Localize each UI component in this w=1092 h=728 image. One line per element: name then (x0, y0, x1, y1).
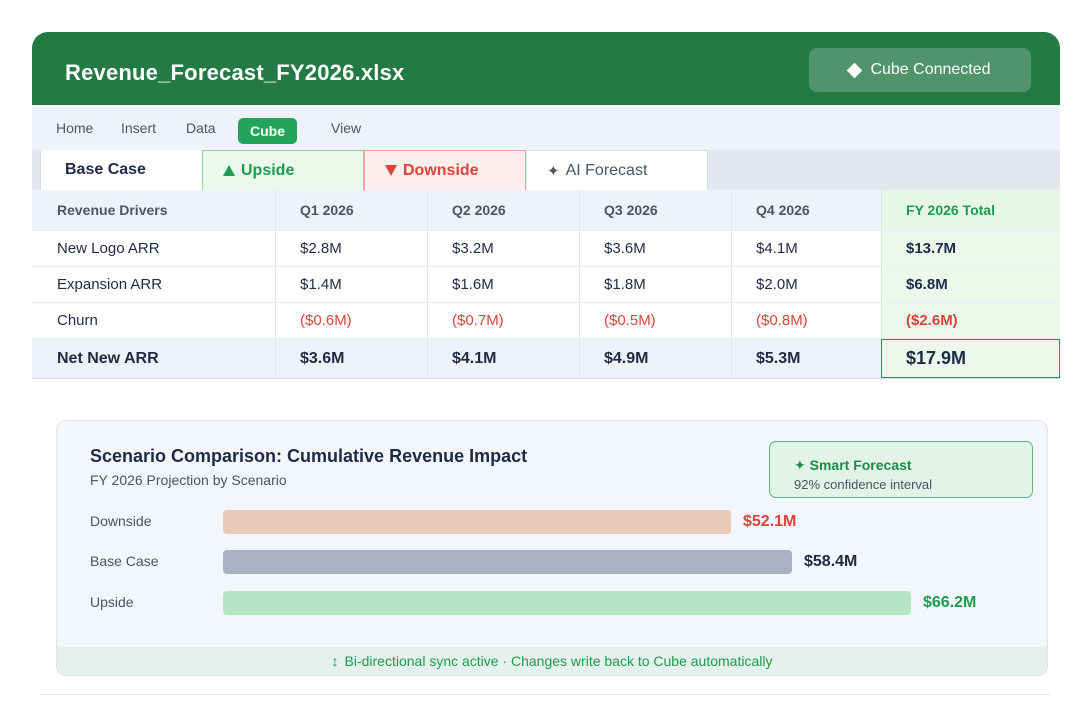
smart-forecast-title: ✦ Smart Forecast (794, 457, 912, 473)
row-label[interactable]: New Logo ARR (32, 231, 275, 266)
table-cell[interactable]: $3.6M (579, 231, 731, 266)
row-label[interactable]: Net New ARR (32, 339, 275, 378)
table-cell[interactable]: $5.3M (731, 339, 881, 378)
chart-title: Scenario Comparison: Cumulative Revenue … (90, 446, 528, 466)
scenario-comparison-card: Scenario Comparison: Cumulative Revenue … (56, 420, 1048, 676)
bar-value-label: $52.1M (743, 513, 797, 530)
bar-category-label: Upside (90, 594, 134, 610)
column-header[interactable]: Q3 2026 (579, 190, 731, 230)
title-bar: Revenue_Forecast_FY2026.xlsx Cube Connec… (32, 32, 1060, 105)
table-header-row: Revenue Drivers Q1 2026 Q2 2026 Q3 2026 … (32, 190, 1060, 231)
diamond-icon (847, 62, 863, 78)
total-cell[interactable]: $13.7M (881, 231, 1060, 266)
menu-home[interactable]: Home (56, 120, 93, 136)
spreadsheet-window: Revenue_Forecast_FY2026.xlsx Cube Connec… (32, 32, 1060, 692)
tab-label: Base Case (65, 161, 146, 178)
table-cell[interactable]: $4.1M (731, 231, 881, 266)
column-header[interactable]: Q4 2026 (731, 190, 881, 230)
scenario-bar-upside[interactable] (223, 591, 911, 615)
row-label[interactable]: Churn (32, 303, 275, 338)
chart-subtitle: FY 2026 Projection by Scenario (90, 472, 287, 488)
table-cell[interactable]: ($0.5M) (579, 303, 731, 338)
row-label[interactable]: Expansion ARR (32, 267, 275, 302)
table-row: Churn ($0.6M) ($0.7M) ($0.5M) ($0.8M) ($… (32, 303, 1060, 339)
scenario-bar-base-case[interactable] (223, 550, 792, 574)
selected-total-cell[interactable]: $17.9M (881, 339, 1060, 378)
column-header[interactable]: Q2 2026 (427, 190, 579, 230)
tab-label: AI Forecast (565, 161, 648, 179)
revenue-grid: Revenue Drivers Q1 2026 Q2 2026 Q3 2026 … (32, 190, 1060, 379)
menu-data[interactable]: Data (186, 120, 216, 136)
file-title: Revenue_Forecast_FY2026.xlsx (65, 60, 405, 85)
total-cell[interactable]: ($2.6M) (881, 303, 1060, 338)
tab-ai-forecast[interactable]: ✦ AI Forecast (526, 150, 708, 190)
cube-connected-button[interactable]: Cube Connected (809, 48, 1031, 92)
sync-status-text: Bi-directional sync active · Changes wri… (344, 653, 773, 669)
table-row: New Logo ARR $2.8M $3.2M $3.6M $4.1M $13… (32, 231, 1060, 267)
tab-downside[interactable]: Downside (364, 150, 526, 190)
triangle-up-icon (223, 165, 235, 176)
table-cell[interactable]: ($0.6M) (275, 303, 427, 338)
sparkle-icon: ✦ (547, 162, 560, 180)
table-cell[interactable]: $4.1M (427, 339, 579, 378)
menu-bar: Home Insert Data Cube View (32, 105, 1060, 150)
table-cell[interactable]: $2.8M (275, 231, 427, 266)
column-header[interactable]: Revenue Drivers (32, 190, 275, 230)
menu-insert[interactable]: Insert (121, 120, 156, 136)
total-cell[interactable]: $6.8M (881, 267, 1060, 302)
tab-label: Downside (403, 161, 479, 179)
scenario-tabs: Base Case Upside Downside ✦ AI Forecast (32, 150, 1060, 190)
tab-label: Upside (241, 161, 295, 179)
scenario-bar-downside[interactable] (223, 510, 731, 534)
table-cell[interactable]: $3.6M (275, 339, 427, 378)
tab-upside[interactable]: Upside (202, 150, 364, 190)
table-row: Expansion ARR $1.4M $1.6M $1.8M $2.0M $6… (32, 267, 1060, 303)
confidence-label: 92% confidence interval (794, 477, 933, 492)
smart-forecast-badge[interactable]: ✦ Smart Forecast 92% confidence interval (769, 441, 1033, 498)
sync-status-bar: ↕ Bi-directional sync active · Changes w… (57, 647, 1047, 675)
column-header[interactable]: Q1 2026 (275, 190, 427, 230)
sync-arrows-icon: ↕ (331, 653, 339, 669)
bar-value-label: $58.4M (804, 553, 858, 570)
column-header[interactable]: FY 2026 Total (881, 190, 1060, 230)
menu-view[interactable]: View (331, 120, 361, 136)
net-new-arr-row: Net New ARR $3.6M $4.1M $4.9M $5.3M $17.… (32, 339, 1060, 379)
table-cell[interactable]: ($0.7M) (427, 303, 579, 338)
table-cell[interactable]: $2.0M (731, 267, 881, 302)
table-cell[interactable]: $1.6M (427, 267, 579, 302)
bar-value-label: $66.2M (923, 594, 977, 611)
connection-label: Cube Connected (870, 61, 991, 78)
divider (40, 694, 1050, 695)
triangle-down-icon (385, 165, 397, 176)
table-cell[interactable]: ($0.8M) (731, 303, 881, 338)
table-cell[interactable]: $1.4M (275, 267, 427, 302)
table-cell[interactable]: $4.9M (579, 339, 731, 378)
bar-category-label: Downside (90, 513, 152, 529)
tab-base-case[interactable]: Base Case (40, 150, 202, 190)
table-cell[interactable]: $1.8M (579, 267, 731, 302)
table-cell[interactable]: $3.2M (427, 231, 579, 266)
bar-category-label: Base Case (90, 553, 159, 569)
menu-cube[interactable]: Cube (238, 118, 297, 144)
